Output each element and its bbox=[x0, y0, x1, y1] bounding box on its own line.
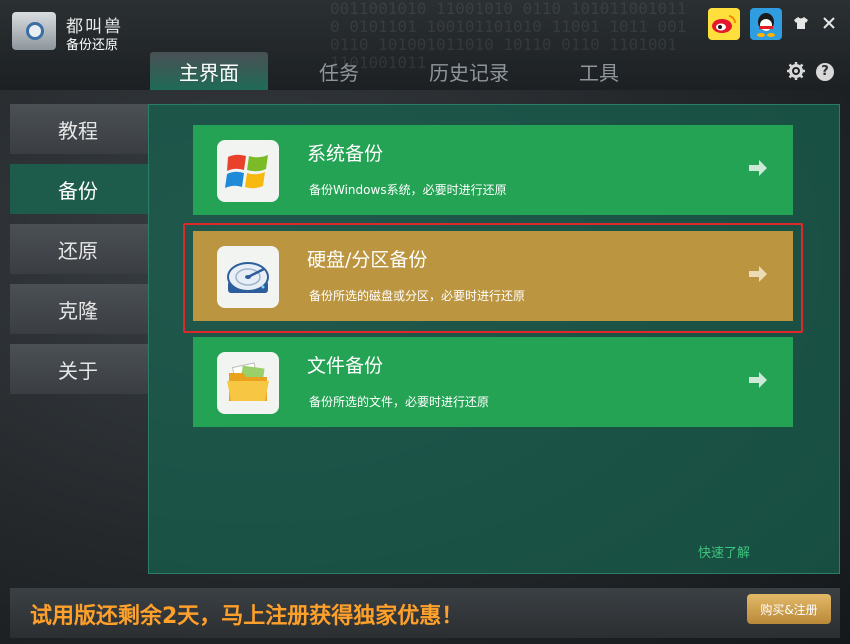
buy-register-button[interactable]: 购买&注册 bbox=[747, 594, 831, 624]
backup-panel: 系统备份 备份Windows系统，必要时进行还原 硬盘/分区备份 备份所选的磁盘… bbox=[148, 104, 840, 574]
card-description: 备份所选的文件，必要时进行还原 bbox=[309, 395, 490, 409]
disk-partition-backup-card[interactable]: 硬盘/分区备份 备份所选的磁盘或分区，必要时进行还原 bbox=[193, 231, 793, 321]
system-backup-card[interactable]: 系统备份 备份Windows系统，必要时进行还原 bbox=[193, 125, 793, 215]
arrow-right-icon bbox=[747, 157, 769, 179]
quick-learn-link[interactable]: 快速了解 bbox=[698, 542, 750, 561]
sidebar-item-about[interactable]: 关于 bbox=[10, 344, 148, 394]
top-right-icons bbox=[708, 8, 838, 40]
title-bar: 0011001010 11001010 0110 1010110010110 0… bbox=[0, 0, 850, 90]
tab-tools[interactable]: 工具 bbox=[540, 52, 658, 90]
product-name: 备份还原 bbox=[66, 38, 119, 53]
card-title: 硬盘/分区备份 bbox=[307, 249, 428, 271]
tab-home[interactable]: 主界面 bbox=[150, 52, 268, 90]
card-title: 文件备份 bbox=[307, 355, 384, 377]
skin-shirt-icon[interactable] bbox=[792, 15, 810, 34]
gear-icon[interactable] bbox=[786, 62, 806, 82]
trial-banner: 试用版还剩余2天，马上注册获得独家优惠！ 购买&注册 bbox=[10, 588, 840, 638]
weibo-icon[interactable] bbox=[708, 8, 740, 40]
sidebar-item-clone[interactable]: 克隆 bbox=[10, 284, 148, 334]
main-tabs: 主界面 任务 历史记录 工具 bbox=[150, 52, 670, 90]
trial-promo-text: 试用版还剩余2天，马上注册获得独家优惠！ bbox=[30, 604, 464, 629]
card-description: 备份所选的磁盘或分区，必要时进行还原 bbox=[309, 289, 526, 303]
help-icon[interactable]: ? bbox=[816, 63, 834, 81]
sidebar-item-restore[interactable]: 还原 bbox=[10, 224, 148, 274]
sidebar: 教程 备份 还原 克隆 关于 bbox=[10, 104, 150, 404]
arrow-right-icon bbox=[747, 369, 769, 391]
sidebar-item-backup[interactable]: 备份 bbox=[10, 164, 150, 214]
file-backup-card[interactable]: 文件备份 备份所选的文件，必要时进行还原 bbox=[193, 337, 793, 427]
app-logo-icon bbox=[12, 12, 56, 50]
card-description: 备份Windows系统，必要时进行还原 bbox=[309, 183, 507, 197]
tab-history[interactable]: 历史记录 bbox=[410, 52, 528, 90]
app-window: 0011001010 11001010 0110 1010110010110 0… bbox=[0, 0, 850, 644]
card-title: 系统备份 bbox=[307, 143, 384, 165]
qq-icon[interactable] bbox=[750, 8, 782, 40]
tab-tasks[interactable]: 任务 bbox=[280, 52, 398, 90]
arrow-right-icon bbox=[747, 263, 769, 285]
windows-logo-icon bbox=[217, 140, 279, 202]
hard-disk-icon bbox=[217, 246, 279, 308]
folder-icon bbox=[217, 352, 279, 414]
close-icon[interactable] bbox=[820, 14, 838, 35]
sidebar-item-tutorial[interactable]: 教程 bbox=[10, 104, 148, 154]
